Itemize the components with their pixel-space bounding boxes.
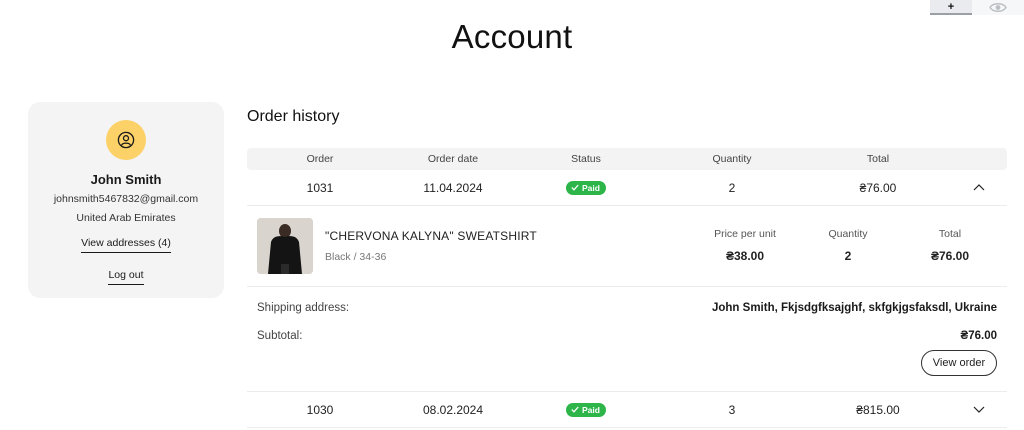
column-header: Quantity: [712, 153, 752, 165]
shipping-label: Shipping address:: [257, 302, 350, 314]
status-label: Paid: [582, 404, 600, 415]
order-item: "CHERVONA KALYNA" SWEATSHIRT Black / 34-…: [247, 206, 1007, 287]
avatar: [106, 120, 146, 160]
price-value: ₴38.00: [725, 249, 765, 263]
total-value: ₴76.00: [930, 249, 970, 263]
chevron-down-icon[interactable]: [951, 406, 1007, 413]
subtotal-label: Subtotal:: [257, 330, 303, 342]
column-header: Order: [306, 153, 334, 165]
check-icon: [571, 184, 579, 192]
user-icon: [117, 131, 135, 149]
column-header: Total: [866, 153, 890, 165]
table-row[interactable]: 1030 08.02.2024 Paid 3 ₴815.00: [247, 392, 1007, 428]
price-label: Price per unit: [714, 228, 776, 240]
user-email: johnsmith5467832@gmail.com: [53, 193, 199, 205]
order-summary: Shipping address: John Smith, Fkjsdgfksa…: [247, 287, 1007, 391]
table-row[interactable]: 1031 11.04.2024 Paid 2 ₴76.00: [247, 170, 1007, 206]
column-header: Order date: [427, 153, 479, 165]
shipping-address: John Smith, Fkjsdgfksajghf, skfgkjgsfaks…: [711, 302, 997, 314]
check-icon: [571, 406, 579, 414]
item-quantity: Quantity 2: [803, 228, 893, 263]
order-number: 1031: [306, 180, 334, 195]
chevron-up-icon[interactable]: [951, 184, 1007, 191]
shipping-address-row: Shipping address: John Smith, Fkjsdgfksa…: [257, 299, 997, 317]
profile-card: John Smith johnsmith5467832@gmail.com Un…: [28, 102, 224, 298]
order-date: 08.02.2024: [422, 402, 484, 417]
subtotal-row: Subtotal: ₴76.00: [257, 327, 997, 345]
order-number: 1030: [306, 402, 334, 417]
total-label: Total: [938, 228, 962, 240]
order-total: ₴815.00: [856, 402, 900, 417]
price-per-unit: Price per unit ₴38.00: [700, 228, 790, 263]
quantity-label: Quantity: [828, 228, 868, 240]
order-date: 11.04.2024: [423, 180, 483, 195]
order-total: ₴76.00: [859, 180, 897, 195]
order-quantity: 2: [728, 180, 736, 195]
status-badge: Paid: [566, 180, 606, 195]
item-total: Total ₴76.00: [905, 228, 995, 263]
section-title: Order history: [247, 108, 340, 125]
top-toolbar: +: [930, 0, 1024, 15]
quantity-value: 2: [844, 249, 852, 263]
product-name: "CHERVONA KALYNA" SWEATSHIRT: [325, 229, 537, 243]
status-badge: Paid: [566, 402, 606, 417]
product-thumbnail[interactable]: [257, 218, 313, 274]
order-detail: "CHERVONA KALYNA" SWEATSHIRT Black / 34-…: [247, 206, 1007, 392]
subtotal-value: ₴76.00: [960, 330, 997, 342]
product-variant: Black / 34-36: [325, 251, 387, 263]
status-label: Paid: [582, 182, 600, 193]
order-history: Order history Order Order date Status Qu…: [247, 104, 1007, 428]
page-title: Account: [451, 18, 573, 55]
logout-link[interactable]: Log out: [108, 269, 144, 285]
user-name: John Smith: [90, 172, 162, 187]
view-order-button[interactable]: View order: [921, 350, 997, 376]
eye-icon[interactable]: [972, 0, 1024, 15]
view-addresses-link[interactable]: View addresses (4): [81, 237, 171, 253]
add-icon[interactable]: +: [930, 0, 972, 15]
column-header: Status: [571, 153, 601, 165]
table-header: Order Order date Status Quantity Total: [247, 148, 1007, 170]
order-quantity: 3: [728, 402, 736, 417]
user-country: United Arab Emirates: [76, 212, 176, 224]
